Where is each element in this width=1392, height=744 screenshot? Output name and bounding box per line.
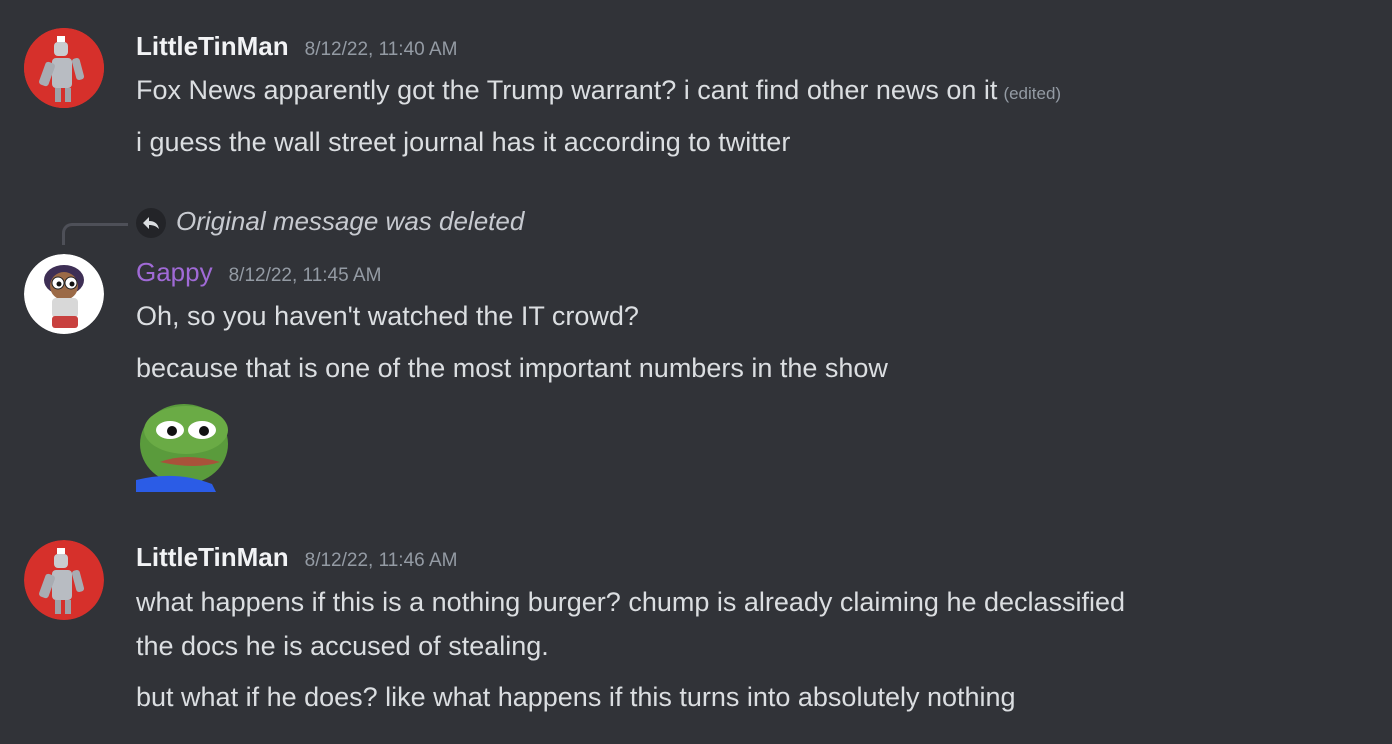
reply-arrow-icon	[136, 208, 166, 238]
message-header: Gappy 8/12/22, 11:45 AM	[136, 257, 381, 288]
message-line: because that is one of the most importan…	[136, 353, 888, 383]
timestamp[interactable]: 8/12/22, 11:46 AM	[305, 550, 458, 572]
reply-deleted-text[interactable]: Original message was deleted	[176, 206, 524, 237]
message-header: LittleTinMan 8/12/22, 11:40 AM	[136, 31, 457, 62]
message-line: i guess the wall street journal has it a…	[136, 127, 791, 157]
message-text: Fox News apparently got the Trump warran…	[136, 75, 998, 105]
message-line: what happens if this is a nothing burger…	[136, 587, 1126, 617]
username[interactable]: LittleTinMan	[136, 542, 289, 573]
message-line: Fox News apparently got the Trump warran…	[136, 73, 1061, 111]
pepe-frog-sticker[interactable]	[136, 400, 232, 492]
username[interactable]: Gappy	[136, 257, 213, 288]
message-line: but what if he does? like what happens i…	[136, 682, 1016, 712]
chat-log: LittleTinMan 8/12/22, 11:40 AM Fox News …	[0, 0, 1392, 744]
message-line: the docs he is accused of stealing.	[136, 631, 549, 661]
edited-label: (edited)	[1003, 84, 1062, 103]
message-line: Oh, so you haven't watched the IT crowd?	[136, 301, 639, 331]
gappy-cartoon-avatar-icon[interactable]	[24, 254, 104, 334]
username[interactable]: LittleTinMan	[136, 31, 289, 62]
timestamp[interactable]: 8/12/22, 11:40 AM	[305, 39, 458, 61]
message-header: LittleTinMan 8/12/22, 11:46 AM	[136, 542, 457, 573]
reply-spine	[62, 223, 128, 245]
timestamp[interactable]: 8/12/22, 11:45 AM	[229, 265, 382, 287]
tin-man-avatar-icon[interactable]	[24, 28, 104, 108]
tin-man-avatar-icon[interactable]	[24, 540, 104, 620]
